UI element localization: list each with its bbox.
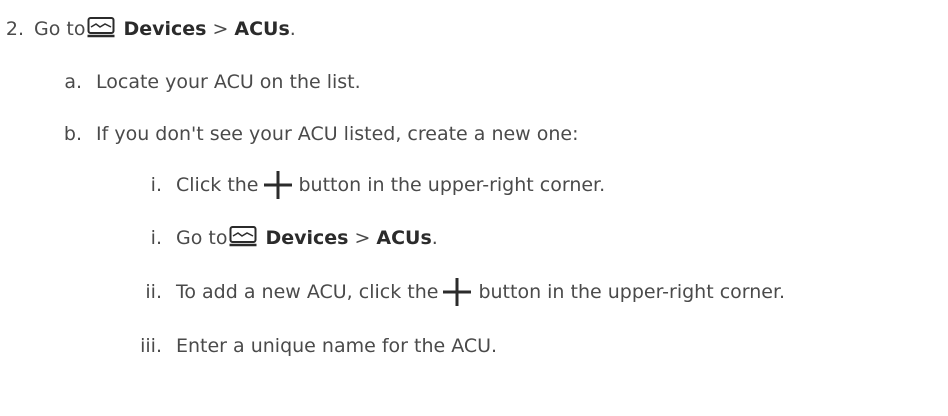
devices-menu-label: Devices bbox=[123, 17, 207, 40]
step-b: b. If you don't see your ACU listed, cre… bbox=[0, 117, 579, 151]
plus-icon bbox=[443, 278, 472, 306]
step-text: Enter a unique name for the ACU. bbox=[176, 334, 498, 357]
acus-menu-label: ACUs bbox=[376, 226, 432, 249]
step-text: To add a new ACU, click the button in th… bbox=[176, 277, 785, 307]
step-number: iii. bbox=[140, 334, 162, 357]
step-text: Click the button in the upper-right corn… bbox=[176, 170, 605, 200]
step-text-suffix: button in the upper-right corner. bbox=[298, 173, 606, 196]
device-icon bbox=[229, 226, 257, 247]
step-i-click-plus: i. Click the button in the upper-right c… bbox=[0, 168, 605, 202]
step-number: b. bbox=[63, 122, 82, 145]
step-text-prefix: To add a new ACU, click the bbox=[176, 280, 439, 303]
step-text: Go to Devices > ACUs . bbox=[34, 16, 296, 42]
devices-menu-label: Devices bbox=[265, 226, 349, 249]
step-text-suffix: . bbox=[289, 17, 296, 40]
step-text-suffix: . bbox=[431, 226, 438, 249]
device-icon bbox=[87, 17, 115, 38]
step-ii-add-acu: ii. To add a new ACU, click the button i… bbox=[0, 275, 785, 309]
plus-icon bbox=[263, 171, 292, 199]
step-text: Go to Devices > ACUs . bbox=[176, 225, 438, 251]
step-i-go-to-devices: i. Go to Devices > ACUs . bbox=[0, 221, 438, 255]
step-iii-enter-name: iii. Enter a unique name for the ACU. bbox=[0, 329, 497, 363]
step-number: a. bbox=[64, 70, 82, 93]
breadcrumb-separator: > bbox=[212, 17, 229, 40]
step-number: i. bbox=[150, 226, 162, 249]
step-text-prefix: Go to bbox=[34, 17, 86, 40]
step-number: i. bbox=[150, 173, 162, 196]
step-number: 2. bbox=[5, 17, 24, 40]
step-2: 2. Go to Devices > ACUs . bbox=[0, 12, 296, 46]
step-text-prefix: Click the bbox=[176, 173, 259, 196]
step-text: If you don't see your ACU listed, create… bbox=[96, 122, 579, 145]
step-a: a. Locate your ACU on the list. bbox=[0, 65, 361, 99]
breadcrumb-separator: > bbox=[354, 226, 371, 249]
step-text-suffix: button in the upper-right corner. bbox=[478, 280, 786, 303]
step-text-prefix: Go to bbox=[176, 226, 228, 249]
step-number: ii. bbox=[145, 280, 162, 303]
acus-menu-label: ACUs bbox=[234, 17, 290, 40]
step-text: Locate your ACU on the list. bbox=[96, 70, 361, 93]
instruction-steps: 2. Go to Devices > ACUs . a. Locate your… bbox=[0, 0, 948, 416]
